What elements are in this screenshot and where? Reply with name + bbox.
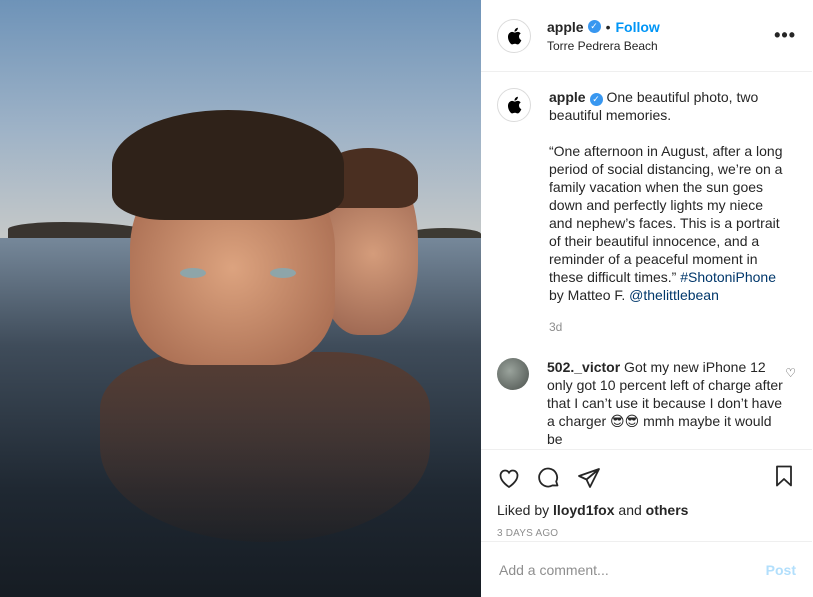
username[interactable]: apple	[547, 19, 584, 35]
instagram-post: apple ✓ • Follow Torre Pedrera Beach •••…	[0, 0, 813, 597]
liked-by-user[interactable]: lloyd1fox	[553, 502, 614, 518]
heart-icon[interactable]	[497, 466, 521, 490]
comment: 502._victor Got my new iPhone 12 only go…	[497, 358, 796, 448]
eye	[180, 268, 206, 278]
header-info: apple ✓ • Follow Torre Pedrera Beach	[547, 19, 774, 53]
comment-username[interactable]: 502._victor	[547, 359, 620, 375]
mention-link[interactable]: @thelittlebean	[629, 287, 719, 303]
liked-by-mid: and	[614, 502, 646, 518]
boy-hair	[112, 110, 344, 220]
caption: apple ✓ One beautiful photo, two beautifu…	[497, 88, 796, 336]
post-header: apple ✓ • Follow Torre Pedrera Beach •••	[481, 0, 812, 72]
post-date: 3 DAYS AGO	[497, 528, 559, 539]
reflection	[100, 352, 430, 542]
comment-like-icon[interactable]: ♡	[785, 366, 796, 380]
post-button[interactable]: Post	[766, 562, 796, 578]
liked-by-prefix: Liked by	[497, 502, 554, 518]
header-line: apple ✓ • Follow	[547, 19, 774, 35]
follow-button[interactable]: Follow	[615, 19, 659, 35]
liked-by-others[interactable]: others	[646, 502, 689, 518]
likes-summary: Liked by lloyd1fox and others	[497, 502, 796, 518]
post-sidebar: apple ✓ • Follow Torre Pedrera Beach •••…	[481, 0, 812, 597]
commenter-avatar[interactable]	[497, 358, 529, 390]
apple-logo-icon	[507, 96, 522, 114]
verified-badge-icon: ✓	[587, 20, 601, 33]
avatar[interactable]	[497, 18, 531, 53]
actions-section: Liked by lloyd1fox and others 3 DAYS AGO	[481, 449, 812, 541]
verified-badge-icon: ✓	[589, 93, 603, 106]
share-icon[interactable]	[577, 466, 601, 490]
comment-input[interactable]	[497, 560, 766, 579]
comment-text: 502._victor Got my new iPhone 12 only go…	[547, 358, 787, 448]
caption-time: 3d	[549, 320, 563, 334]
caption-username[interactable]: apple	[549, 89, 586, 105]
bookmark-icon	[776, 465, 792, 486]
add-comment-bar: Post	[481, 541, 812, 597]
eye	[270, 268, 296, 278]
caption-body: apple ✓ One beautiful photo, two beautifu…	[549, 89, 786, 303]
apple-logo-icon	[507, 27, 522, 44]
more-options-icon[interactable]: •••	[774, 25, 796, 46]
location-link[interactable]: Torre Pedrera Beach	[547, 39, 774, 53]
caption-content: One beautiful photo, two beautiful memor…	[549, 89, 783, 285]
caption-text: apple ✓ One beautiful photo, two beautifu…	[549, 88, 789, 336]
comments-section: apple ✓ One beautiful photo, two beautifu…	[481, 72, 812, 449]
bookmark-button[interactable]	[772, 464, 796, 493]
avatar[interactable]	[497, 88, 531, 122]
hashtag-link[interactable]: #ShotoniPhone	[680, 269, 776, 285]
post-photo[interactable]	[0, 0, 481, 597]
action-icons	[497, 458, 796, 498]
separator-dot: •	[605, 18, 611, 35]
comment-icon[interactable]	[537, 466, 561, 490]
